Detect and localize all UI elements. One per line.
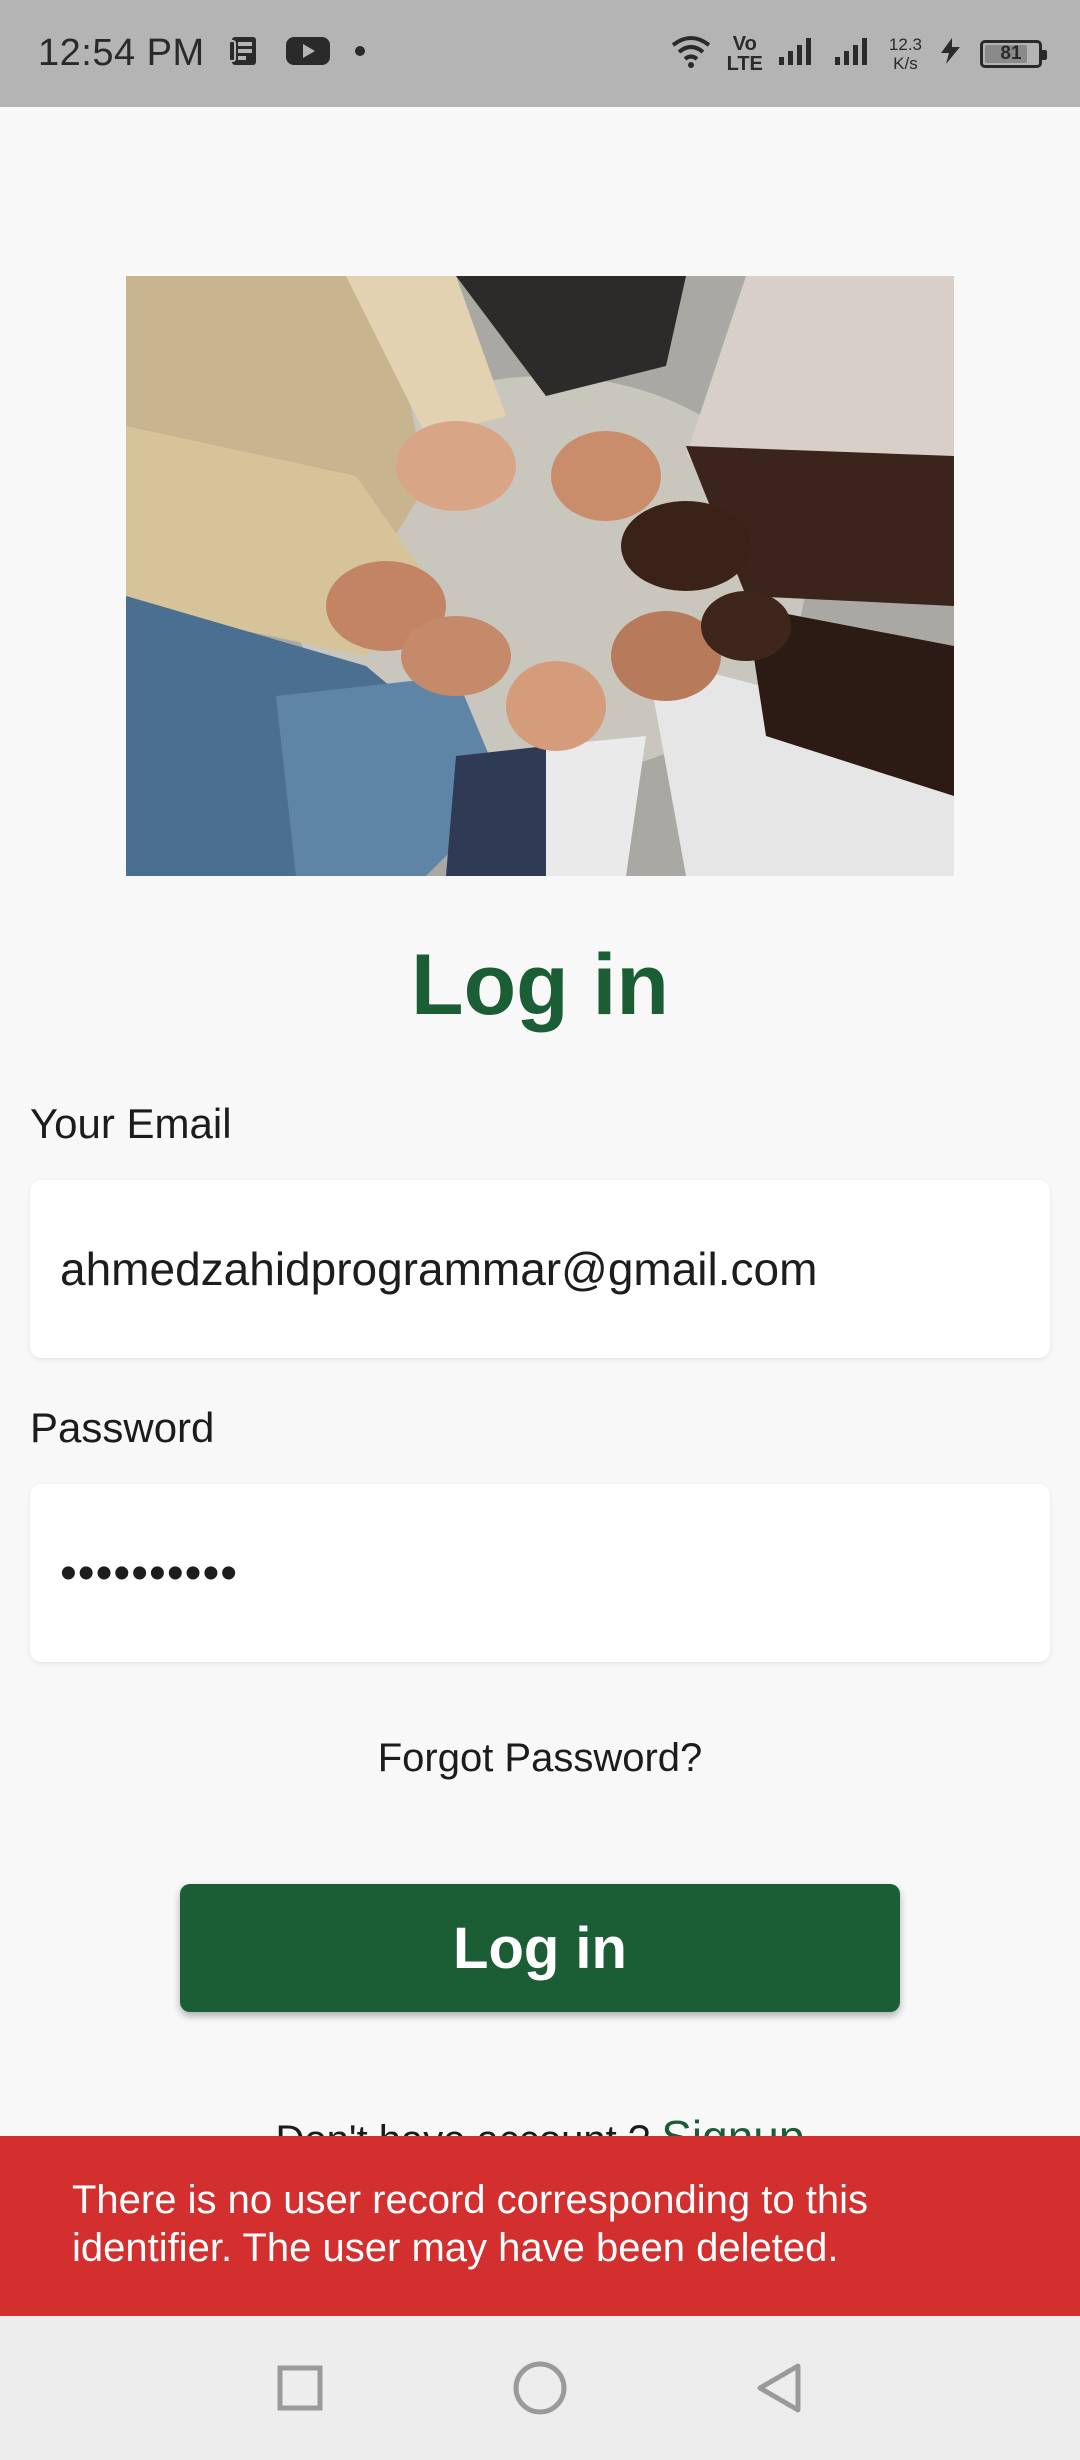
signal-strength-icon-1	[777, 35, 819, 72]
hero-image	[126, 276, 954, 876]
status-time: 12:54 PM	[38, 32, 205, 74]
status-notification-icons	[227, 33, 367, 74]
network-speed: 12.3 K/s	[889, 35, 922, 73]
wifi-icon	[669, 33, 713, 74]
system-navigation-bar	[0, 2316, 1080, 2460]
youtube-icon	[285, 34, 331, 73]
network-speed-value: 12.3	[888, 34, 922, 54]
email-field-value: ahmedzahidprogrammar@gmail.com	[60, 1243, 818, 1295]
status-system-icons: Vo LTE 12.3 K/s 81	[669, 33, 1047, 74]
volte-indicator: Vo LTE	[727, 34, 763, 74]
battery-icon: 81	[980, 39, 1047, 68]
email-field[interactable]: ahmedzahidprogrammar@gmail.com	[30, 1180, 1050, 1358]
status-bar: 12:54 PM Vo LTE 12.3 K/s 81	[0, 0, 1080, 107]
forgot-password-link[interactable]: Forgot Password?	[0, 1736, 1080, 1781]
volte-label-top: Vo	[732, 32, 757, 55]
notification-dot-icon	[353, 44, 367, 63]
login-screen: 12:54 PM Vo LTE 12.3 K/s 81 Log in Your …	[0, 0, 1080, 2460]
signal-strength-icon-2	[833, 35, 875, 72]
recent-apps-button[interactable]	[265, 2353, 335, 2423]
home-button[interactable]	[505, 2353, 575, 2423]
notes-app-icon	[227, 33, 263, 74]
charging-bolt-icon	[936, 36, 966, 71]
back-button[interactable]	[745, 2353, 815, 2423]
password-label: Password	[30, 1404, 215, 1451]
square-icon	[277, 2365, 323, 2411]
triangle-back-icon	[757, 2363, 801, 2413]
volte-label-bottom: LTE	[726, 52, 763, 75]
network-speed-unit: K/s	[893, 53, 918, 73]
error-snackbar-message: There is no user record corresponding to…	[72, 2178, 868, 2270]
password-field[interactable]: ••••••••••	[30, 1484, 1050, 1662]
login-button[interactable]: Log in	[180, 1884, 900, 2012]
circle-icon	[513, 2361, 567, 2415]
password-field-value: ••••••••••	[60, 1546, 239, 1600]
error-snackbar: There is no user record corresponding to…	[0, 2136, 1080, 2316]
battery-level: 81	[1000, 42, 1022, 64]
page-title: Log in	[411, 937, 669, 1033]
email-label: Your Email	[30, 1100, 232, 1147]
